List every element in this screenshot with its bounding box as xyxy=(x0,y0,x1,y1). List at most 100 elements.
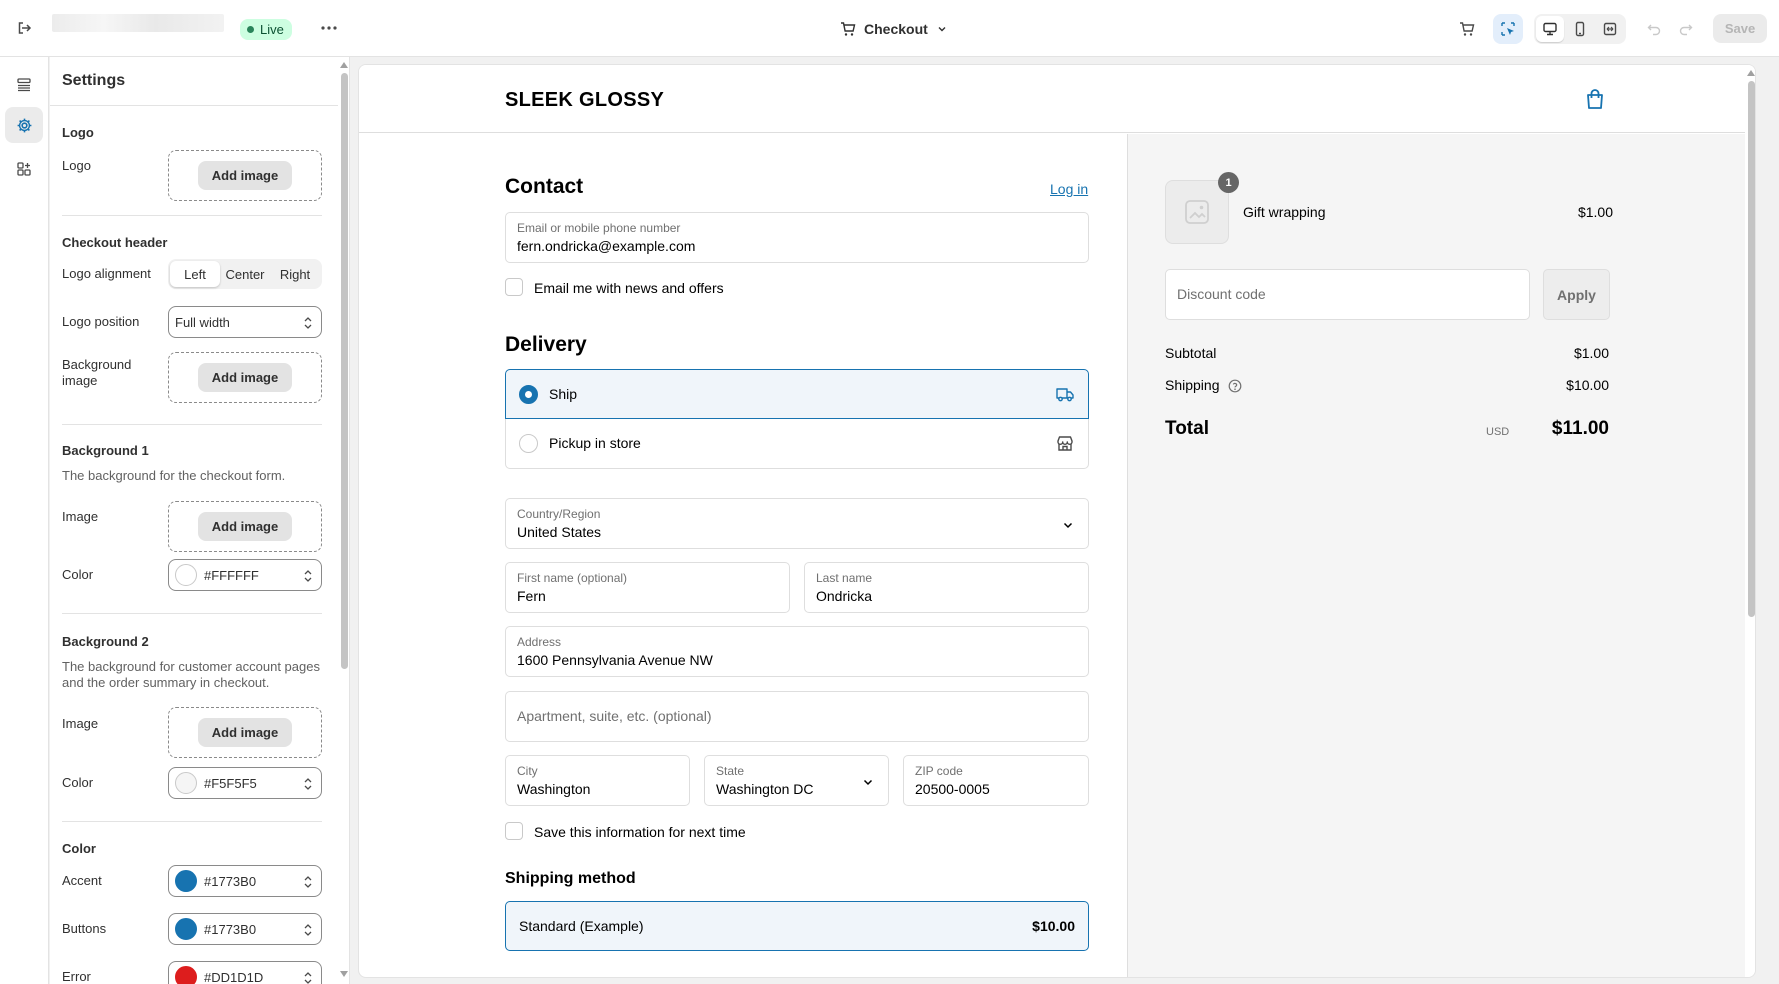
add-image-label: Add image xyxy=(197,363,293,392)
news-checkbox-label: Email me with news and offers xyxy=(534,280,724,296)
background2-add-image-button[interactable]: Add image xyxy=(168,707,322,758)
chevron-down-icon xyxy=(1063,522,1073,529)
zip-field[interactable]: ZIP code 20500-0005 xyxy=(903,755,1089,806)
cart-preview-icon[interactable] xyxy=(1452,14,1482,44)
more-actions-icon[interactable] xyxy=(318,17,340,39)
buttons-color-picker[interactable]: #1773B0 xyxy=(168,913,322,945)
redo-icon[interactable] xyxy=(1672,14,1700,44)
address-label: Address xyxy=(517,635,562,649)
shopping-bag-icon[interactable] xyxy=(1585,88,1605,110)
inspector-icon[interactable] xyxy=(1493,14,1523,44)
shipping-method-option[interactable]: Standard (Example) $10.00 xyxy=(505,901,1089,951)
up-down-chevron-icon xyxy=(304,778,312,790)
pickup-option[interactable]: Pickup in store xyxy=(505,419,1089,469)
color-swatch xyxy=(175,870,197,892)
delivery-heading: Delivery xyxy=(505,333,587,356)
shipping-method-heading: Shipping method xyxy=(505,870,636,887)
apartment-placeholder: Apartment, suite, etc. (optional) xyxy=(517,708,712,724)
color-swatch xyxy=(175,966,197,984)
alignment-right-option[interactable]: Right xyxy=(270,261,320,287)
news-checkbox[interactable] xyxy=(505,278,523,296)
sections-icon[interactable] xyxy=(5,67,43,103)
country-value: United States xyxy=(517,524,602,540)
scrollbar-thumb[interactable] xyxy=(341,73,348,669)
exit-icon[interactable] xyxy=(13,17,35,39)
scroll-up-icon[interactable] xyxy=(340,62,348,68)
truck-icon xyxy=(1056,388,1074,402)
pickup-radio[interactable] xyxy=(519,434,538,453)
error-color-value: #DD1D1D xyxy=(204,969,264,984)
last-name-field[interactable]: Last name Ondricka xyxy=(804,562,1089,613)
background1-add-image-button[interactable]: Add image xyxy=(168,501,322,552)
zip-value: 20500-0005 xyxy=(915,781,990,797)
alignment-left-option[interactable]: Left xyxy=(170,261,220,287)
chevron-down-icon xyxy=(863,779,873,786)
state-label: State xyxy=(716,764,745,778)
background1-heading: Background 1 xyxy=(62,443,149,458)
preview-scrollbar[interactable] xyxy=(1745,65,1755,977)
background1-section: Background 1 The background for the chec… xyxy=(62,443,322,593)
desktop-view-icon[interactable] xyxy=(1536,16,1564,42)
ship-option[interactable]: Ship xyxy=(505,369,1089,419)
city-label: City xyxy=(517,764,538,778)
logo-label: Logo xyxy=(62,158,91,173)
logo-add-image-button[interactable]: Add image xyxy=(168,150,322,201)
chevron-down-icon xyxy=(938,27,946,32)
email-field-label: Email or mobile phone number xyxy=(517,221,681,235)
background2-color-picker[interactable]: #F5F5F5 xyxy=(168,767,322,799)
item-quantity-badge: 1 xyxy=(1218,172,1239,193)
help-circle-icon[interactable] xyxy=(1228,379,1242,393)
first-name-field[interactable]: First name (optional) Fern xyxy=(505,562,790,613)
undo-icon[interactable] xyxy=(1640,14,1668,44)
settings-title: Settings xyxy=(62,72,126,89)
ship-option-label: Ship xyxy=(549,386,578,402)
contact-heading: Contact xyxy=(505,175,584,198)
add-image-label: Add image xyxy=(197,512,293,541)
scrollbar-thumb[interactable] xyxy=(1748,81,1755,617)
apply-discount-button[interactable]: Apply xyxy=(1543,269,1610,320)
up-down-chevron-icon xyxy=(304,570,312,582)
divider xyxy=(62,613,322,614)
logo-position-select[interactable]: Full width xyxy=(168,306,322,338)
mobile-view-icon[interactable] xyxy=(1566,16,1594,42)
scroll-down-icon[interactable] xyxy=(340,971,348,977)
header-background-add-image-button[interactable]: Add image xyxy=(168,352,322,403)
image-placeholder-icon xyxy=(1185,200,1209,224)
last-name-value: Ondricka xyxy=(816,588,873,604)
discount-code-input[interactable]: Discount code xyxy=(1165,269,1530,320)
background2-color-value: #F5F5F5 xyxy=(204,775,257,791)
page-selector[interactable]: Checkout xyxy=(840,16,948,42)
settings-scrollbar[interactable] xyxy=(338,57,349,984)
apartment-field[interactable]: Apartment, suite, etc. (optional) xyxy=(505,691,1089,742)
divider xyxy=(62,821,322,822)
shipping-label: Shipping xyxy=(1165,377,1220,393)
last-name-label: Last name xyxy=(816,571,873,585)
alignment-center-option[interactable]: Center xyxy=(220,261,270,287)
apps-icon[interactable] xyxy=(5,151,43,187)
buttons-label: Buttons xyxy=(62,921,107,936)
city-value: Washington xyxy=(517,781,591,797)
scroll-up-icon[interactable] xyxy=(1747,70,1755,76)
subtotal-label: Subtotal xyxy=(1165,345,1217,361)
country-select[interactable]: Country/Region United States xyxy=(505,498,1089,549)
accent-color-picker[interactable]: #1773B0 xyxy=(168,865,322,897)
address-field[interactable]: Address 1600 Pennsylvania Avenue NW xyxy=(505,626,1089,677)
ship-radio[interactable] xyxy=(519,385,538,404)
add-image-label: Add image xyxy=(197,161,293,190)
checkout-preview: SLEEK GLOSSY Contact Log in Email or mob… xyxy=(358,64,1756,978)
theme-settings-gear-icon[interactable] xyxy=(5,107,43,143)
city-field[interactable]: City Washington xyxy=(505,755,690,806)
login-link[interactable]: Log in xyxy=(1050,181,1088,197)
email-field[interactable]: Email or mobile phone number fern.ondric… xyxy=(505,212,1089,263)
accent-label: Accent xyxy=(62,873,102,888)
state-select[interactable]: State Washington DC xyxy=(704,755,889,806)
total-label: Total xyxy=(1165,418,1209,439)
error-color-picker[interactable]: #DD1D1D xyxy=(168,961,322,984)
error-label: Error xyxy=(62,969,91,984)
full-width-view-icon[interactable] xyxy=(1596,16,1624,42)
color-heading: Color xyxy=(62,841,96,856)
logo-position-label: Logo position xyxy=(62,314,140,329)
background1-color-picker[interactable]: #FFFFFF xyxy=(168,559,322,591)
save-info-checkbox[interactable] xyxy=(505,822,523,840)
save-button[interactable]: Save xyxy=(1713,14,1767,43)
